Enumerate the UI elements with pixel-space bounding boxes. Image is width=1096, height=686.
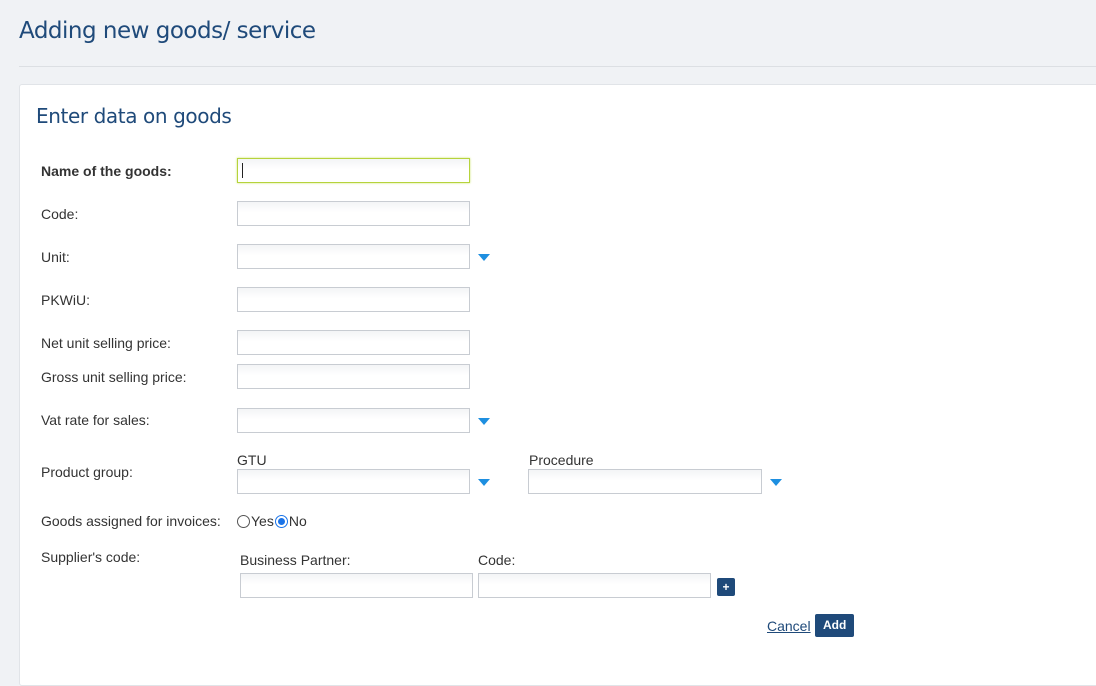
invoices-radio-group: Yes No: [237, 513, 307, 529]
pkwiu-input[interactable]: [237, 287, 470, 312]
plus-icon: +: [722, 580, 730, 594]
net-price-input[interactable]: [237, 330, 470, 355]
chevron-down-icon[interactable]: [478, 479, 490, 486]
supplier-code-input[interactable]: [478, 573, 711, 598]
gross-price-label: Gross unit selling price:: [41, 369, 187, 385]
panel-title: Enter data on goods: [36, 104, 232, 128]
code-label: Code:: [41, 206, 79, 222]
name-label: Name of the goods:: [41, 163, 172, 179]
chevron-down-icon[interactable]: [770, 479, 782, 486]
net-price-label: Net unit selling price:: [41, 335, 171, 351]
procedure-select[interactable]: [528, 469, 762, 494]
procedure-label: Procedure: [529, 452, 594, 468]
title-divider: [19, 66, 1096, 67]
code-input[interactable]: [237, 201, 470, 226]
supplier-code-label: Supplier's code:: [41, 549, 141, 565]
add-button[interactable]: Add: [815, 614, 855, 637]
invoices-yes-radio[interactable]: [237, 514, 250, 528]
chevron-down-icon[interactable]: [478, 254, 490, 261]
vat-rate-label: Vat rate for sales:: [41, 412, 150, 428]
invoices-no-radio[interactable]: [274, 514, 288, 528]
gross-price-input[interactable]: [237, 364, 470, 389]
business-partner-input[interactable]: [240, 573, 473, 598]
invoices-no-label[interactable]: No: [289, 513, 307, 529]
unit-select[interactable]: [237, 244, 470, 269]
gtu-label: GTU: [237, 452, 267, 468]
supplier-code-field-label: Code:: [478, 552, 516, 568]
page-title: Adding new goods/ service: [19, 18, 316, 44]
text-caret: [242, 163, 243, 178]
invoices-yes-label[interactable]: Yes: [251, 513, 274, 529]
invoices-label: Goods assigned for invoices:: [41, 513, 221, 529]
unit-label: Unit:: [41, 249, 70, 265]
add-supplier-button[interactable]: +: [717, 578, 735, 596]
name-input[interactable]: [237, 158, 470, 183]
gtu-select[interactable]: [237, 469, 470, 494]
cancel-link[interactable]: Cancel: [767, 618, 811, 634]
pkwiu-label: PKWiU:: [41, 292, 90, 308]
chevron-down-icon[interactable]: [478, 418, 490, 425]
product-group-label: Product group:: [41, 464, 133, 480]
business-partner-label: Business Partner:: [240, 552, 351, 568]
vat-rate-select[interactable]: [237, 408, 470, 433]
